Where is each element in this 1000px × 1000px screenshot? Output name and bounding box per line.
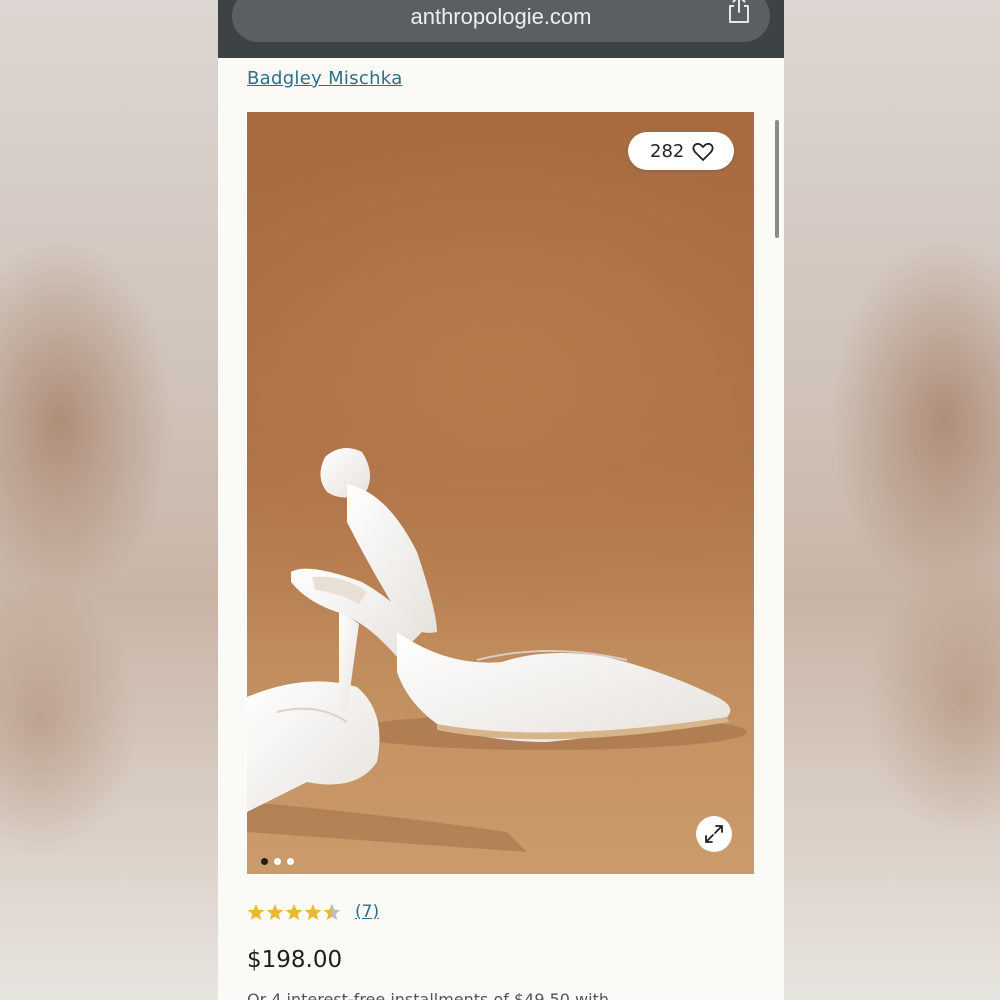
product-image[interactable]: 282 <box>247 112 754 874</box>
gallery-pagination <box>261 850 300 865</box>
browser-address-bar: anthropologie.com <box>218 0 784 58</box>
url-field[interactable]: anthropologie.com <box>232 0 770 42</box>
like-button[interactable]: 282 <box>628 132 734 170</box>
shoe-photo <box>247 448 754 874</box>
url-text: anthropologie.com <box>410 4 592 29</box>
background-blur-right <box>784 0 1000 1000</box>
expand-image-button[interactable] <box>696 816 732 852</box>
review-count-link[interactable]: (7) <box>355 902 379 922</box>
heart-icon <box>692 142 714 161</box>
gallery-dot[interactable] <box>274 858 281 865</box>
gallery-dot[interactable] <box>287 858 294 865</box>
scrollbar[interactable] <box>775 120 779 238</box>
gallery-dot[interactable] <box>261 858 268 865</box>
star-rating <box>247 904 341 920</box>
like-count: 282 <box>650 141 685 162</box>
background-blur-left <box>0 0 218 1000</box>
expand-icon <box>705 825 723 843</box>
phone-screen: anthropologie.com Badgley Mischka 282 (7… <box>218 0 784 1000</box>
product-price: $198.00 <box>247 947 343 973</box>
brand-link[interactable]: Badgley Mischka <box>247 68 403 89</box>
share-icon[interactable] <box>726 0 752 24</box>
installment-text: Or 4 interest-free installments of $49.5… <box>247 990 609 1000</box>
